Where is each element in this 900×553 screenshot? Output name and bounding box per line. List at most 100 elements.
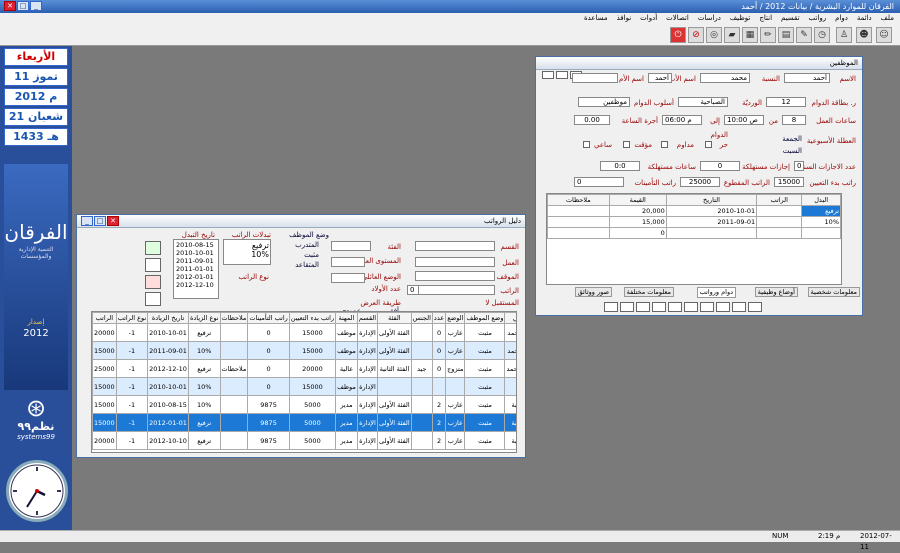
insurance-salary-field[interactable]: 0 <box>574 177 624 187</box>
table-row[interactable]: 10% 2011-09-01 15,000 <box>547 216 841 228</box>
vac-days-field[interactable]: 0 <box>794 161 804 171</box>
retired-label[interactable]: المتقاعد <box>295 261 319 269</box>
tab-1[interactable]: أوضاع وظيفية <box>754 287 798 297</box>
mother-field[interactable] <box>572 73 618 83</box>
method-select[interactable]: موظفين <box>578 97 630 107</box>
tab-3[interactable]: معلومات مختلفة <box>623 287 674 297</box>
hours-used-field[interactable]: 0:0 <box>600 161 640 171</box>
maximize-button[interactable]: □ <box>17 1 29 11</box>
surname-field[interactable]: محمد <box>700 73 750 83</box>
tools-icon[interactable] <box>145 292 161 306</box>
menu-item[interactable]: رواتب <box>809 13 827 24</box>
menu-item[interactable]: أدوات <box>640 13 657 24</box>
hour-wage-field[interactable]: 0.00 <box>574 115 610 125</box>
salary-close-button[interactable]: ✕ <box>107 216 119 226</box>
user-icon[interactable]: ☺ <box>876 27 892 43</box>
date-option[interactable]: 2012-12-10 <box>176 281 216 289</box>
to-time[interactable]: 06:00 م <box>662 115 702 125</box>
dept-select[interactable] <box>415 241 495 251</box>
tab-2[interactable]: دوام ورواتب <box>696 287 736 298</box>
cut-salary-field[interactable]: 25000 <box>680 177 720 187</box>
add-icon[interactable] <box>716 302 730 312</box>
date-option[interactable]: 2011-09-01 <box>176 257 216 265</box>
shift-select[interactable]: الصباحية <box>678 97 728 107</box>
clock-icon[interactable]: ◷ <box>814 27 830 43</box>
date-change-list[interactable]: 2010-08-15 2010-10-01 2011-09-01 2011-01-01… <box>173 239 219 299</box>
person-add-icon[interactable]: ♙ <box>836 27 852 43</box>
free-checkbox[interactable] <box>705 141 712 148</box>
find-icon[interactable] <box>700 302 714 312</box>
menu-item[interactable]: توظيف <box>730 13 751 24</box>
hourly-checkbox[interactable] <box>583 141 590 148</box>
search-icon[interactable]: ⊘ <box>688 27 704 43</box>
calculator-icon[interactable]: ▦ <box>742 27 758 43</box>
tab-0[interactable]: معلومات شخصية <box>807 287 860 297</box>
table-row[interactable]: ▶6اسم اب نسبةاسم اب نسبةمثبتعازب2الفئة ا… <box>92 413 516 432</box>
table-row[interactable]: 7اسم اب نسبةاسم اب نسبةمثبتعازب2الفئة ال… <box>92 431 516 450</box>
date-option[interactable]: 2010-10-01 <box>176 249 216 257</box>
menu-item[interactable]: انتاج <box>759 13 772 24</box>
date-option[interactable]: 2010-08-15 <box>176 241 216 249</box>
minimize-button[interactable]: _ <box>30 1 42 11</box>
salary-minimize-button[interactable]: _ <box>81 216 93 226</box>
book-icon[interactable]: ▤ <box>778 27 794 43</box>
menu-item[interactable]: تقسيم <box>781 13 800 24</box>
trainee-label[interactable]: المتدرب <box>295 241 319 249</box>
edu-select[interactable] <box>331 257 365 267</box>
menu-item[interactable]: دراسات <box>698 13 721 24</box>
promotion-option[interactable]: ترفيع <box>225 241 269 250</box>
pencil-icon[interactable]: ✏ <box>760 27 776 43</box>
percent-option[interactable]: 10% <box>225 250 269 259</box>
family-select[interactable] <box>331 273 365 283</box>
kids-field[interactable]: 0 <box>407 285 419 295</box>
salary-history-grid[interactable]: البدل الراتب التاريخ القيمة ملاحظات ترفيع 2010… <box>546 193 842 285</box>
table-row[interactable]: ترفيع 2010-10-01 20,000 <box>547 205 841 217</box>
category-select[interactable] <box>331 241 371 251</box>
vac-used-field[interactable]: 0 <box>700 161 740 171</box>
power-icon[interactable]: ⏻ <box>670 27 686 43</box>
table-row[interactable]: 5اسم اب نسبةاسم اب نسبةمثبتعازب2الفئة ال… <box>92 395 516 414</box>
last-record-icon[interactable] <box>652 302 666 312</box>
work-select[interactable] <box>415 257 495 267</box>
refresh-icon[interactable] <box>145 241 161 255</box>
prev-record-icon[interactable] <box>620 302 634 312</box>
start-salary-field[interactable]: 15000 <box>774 177 804 187</box>
fixed-label[interactable]: مثبت <box>304 251 319 259</box>
menu-item[interactable]: اتصالات <box>666 13 689 24</box>
menu-item[interactable]: دائمة <box>857 13 872 24</box>
table-row[interactable]: 1أحمد محمدأحمد أحمد محمدمثبتعازب0الفئة ا… <box>92 323 516 342</box>
menu-item[interactable]: مساعدة <box>584 13 608 24</box>
print-icon[interactable] <box>668 302 682 312</box>
menu-item[interactable]: دوام <box>835 13 848 24</box>
table-row[interactable]: 0 <box>547 227 841 239</box>
users-icon[interactable]: ☻ <box>856 27 872 43</box>
table-row[interactable]: 3محمد أحمدمحمد محمد أحمدمثبتمتزوج0جيدالف… <box>92 359 516 378</box>
folder-icon[interactable]: ▰ <box>724 27 740 43</box>
close-button[interactable]: ✕ <box>4 1 16 11</box>
menu-item[interactable]: ملف <box>881 13 894 24</box>
father-field[interactable]: أحمد <box>648 73 672 83</box>
delete-icon[interactable] <box>145 275 161 289</box>
new-icon[interactable] <box>732 302 746 312</box>
position-select[interactable] <box>415 271 495 281</box>
temporary-checkbox[interactable] <box>623 141 630 148</box>
salary-maximize-button[interactable]: □ <box>94 216 106 226</box>
card-field[interactable]: 12 <box>766 97 806 107</box>
from-time[interactable]: 10:00 ص <box>724 115 764 125</box>
delete-icon[interactable] <box>684 302 698 312</box>
window-btn-2[interactable] <box>556 71 568 79</box>
tab-4[interactable]: صور ووثائق <box>574 287 612 297</box>
table-row[interactable]: 4عبد اللهعبد اللهمثبتالإدارةموظف15000010… <box>92 377 516 396</box>
date-option[interactable]: 2012-01-01 <box>176 273 216 281</box>
menu-item[interactable]: نوافذ <box>617 13 632 24</box>
name-field[interactable]: أحمد <box>784 73 830 83</box>
tools-icon[interactable]: ✎ <box>796 27 812 43</box>
first-record-icon[interactable] <box>604 302 618 312</box>
table-row[interactable]: 2أحمد محمدأحمد أحمد محمدمثبتعازب0الفئة ا… <box>92 341 516 360</box>
database-icon[interactable]: ◎ <box>706 27 722 43</box>
date-option[interactable]: 2011-01-01 <box>176 265 216 273</box>
salary-select[interactable] <box>415 285 495 295</box>
window-btn-1[interactable] <box>542 71 554 79</box>
next-record-icon[interactable] <box>636 302 650 312</box>
salary-guide-grid[interactable]: الموظفالاسم الثلاثيوضع الموظفالوضععددالج… <box>91 311 517 453</box>
